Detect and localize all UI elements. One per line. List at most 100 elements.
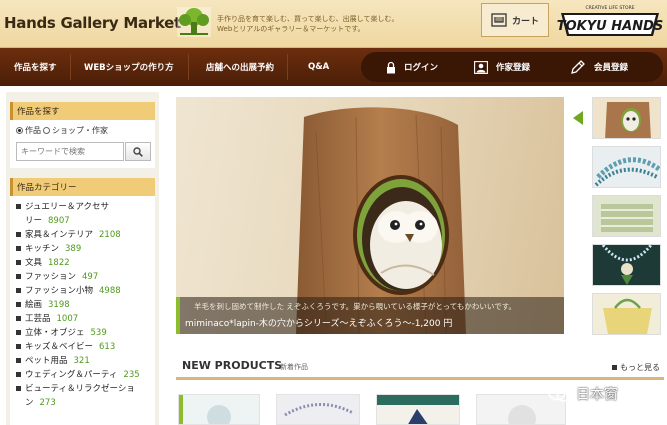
category-count: 235 <box>123 370 140 380</box>
category-name: ペット用品 <box>25 356 68 366</box>
product-card[interactable] <box>276 394 360 425</box>
basket-thumbnail-image <box>593 294 660 334</box>
site-logo[interactable]: Hands Gallery Market <box>4 14 181 32</box>
nav-qa[interactable]: Q&A <box>308 48 329 86</box>
artist-register-link[interactable]: 作家登録 <box>474 52 530 82</box>
category-panel-title: 作品カテゴリー <box>10 178 155 196</box>
category-item[interactable]: ビューティ＆リラクゼーション 273 <box>15 382 151 410</box>
cart-button[interactable]: カート <box>481 3 549 37</box>
slide-indicator-arrow-icon <box>573 111 583 125</box>
product-image <box>277 395 359 424</box>
category-panel: 作品カテゴリー ジュエリー＆アクセサ リー 8907 家具＆インテリア 2108 キッ… <box>10 178 155 425</box>
radio-shop-artist-label: ショップ・作家 <box>52 126 108 135</box>
new-products-subtitle: 新着作品 <box>280 363 308 371</box>
slide-title[interactable]: miminaco*lapin-木の穴からシリーズ～えぞふくろう～-1,200 円 <box>185 316 452 329</box>
wechat-icon <box>548 385 572 402</box>
category-item[interactable]: 家具＆インテリア 2108 <box>15 228 151 242</box>
category-count: 497 <box>82 272 99 282</box>
radio-shop-artist[interactable] <box>43 127 50 134</box>
see-more-label: もっと見る <box>620 363 660 372</box>
category-item[interactable]: ジュエリー＆アクセサ リー 8907 <box>15 200 151 228</box>
category-count: 273 <box>39 398 56 408</box>
category-item[interactable]: 文具 1822 <box>15 256 151 270</box>
tree-logo-icon <box>177 7 211 37</box>
slide-thumbnail[interactable] <box>592 97 661 139</box>
cart-label: カート <box>511 16 539 27</box>
product-card[interactable] <box>178 394 260 425</box>
slide-description: 羊毛を刺し固めて制作した えぞふくろうです。巣から覗いている様子がとってもかわい… <box>194 302 516 311</box>
category-name: ビューティ＆リラクゼーショ <box>25 384 135 394</box>
bullet-icon <box>612 365 617 370</box>
radio-works[interactable] <box>16 127 23 134</box>
artist-register-label: 作家登録 <box>496 63 531 73</box>
pen-icon <box>571 60 585 74</box>
keyword-search-input[interactable] <box>16 142 124 161</box>
category-name: ジュエリー＆アクセサ <box>25 202 109 212</box>
tokyu-hands-logo[interactable]: CREATIVE LIFE STORE TOKYU HANDS <box>557 3 663 39</box>
see-more-link[interactable]: もっと見る <box>612 362 660 373</box>
category-name: ファッション <box>25 272 77 282</box>
category-name: 絵画 <box>25 300 43 310</box>
brand-name-text: TOKYU HANDS <box>557 19 663 34</box>
section-divider <box>176 377 664 380</box>
category-item[interactable]: ペット用品 321 <box>15 354 151 368</box>
category-name: キッズ＆ベイビー <box>25 342 94 352</box>
slide-thumbnail[interactable] <box>592 244 661 286</box>
main-nav: 作品を探す WEBショップの作り方 店舗への出展予約 Q&A ログイン 作家登録… <box>0 48 667 86</box>
category-name: 工芸品 <box>25 314 51 324</box>
category-item[interactable]: 立体・オブジェ 539 <box>15 326 151 340</box>
wechat-watermark: 日本窗 <box>548 384 618 404</box>
search-icon <box>133 146 143 157</box>
member-register-link[interactable]: 会員登録 <box>570 52 628 82</box>
nav-store-reservation[interactable]: 店舗への出展予約 <box>206 48 274 86</box>
category-item[interactable]: ウェディング＆パーティ 235 <box>15 368 151 382</box>
lock-icon <box>387 61 395 73</box>
login-link[interactable]: ログイン <box>386 52 438 82</box>
category-count: 8907 <box>48 216 70 226</box>
category-count: 2108 <box>99 230 121 240</box>
nav-webshop-guide[interactable]: WEBショップの作り方 <box>84 48 174 86</box>
necklace-thumbnail-image <box>593 245 660 285</box>
category-name: ファッション小物 <box>25 286 94 296</box>
watermark-text: 日本窗 <box>576 387 618 403</box>
bracelet-thumbnail-image <box>593 147 660 187</box>
category-item[interactable]: ファッション小物 4988 <box>15 284 151 298</box>
product-card[interactable] <box>376 394 460 425</box>
category-list: ジュエリー＆アクセサ リー 8907 家具＆インテリア 2108 キッチン 389 文具… <box>10 196 155 410</box>
category-count: 389 <box>65 244 82 254</box>
search-panel-title: 作品を探す <box>10 102 155 120</box>
search-scope: 作品 ショップ・作家 <box>16 125 108 136</box>
brand-top-text: CREATIVE LIFE STORE <box>585 5 634 11</box>
category-count: 321 <box>73 356 90 366</box>
category-item[interactable]: キッズ＆ベイビー 613 <box>15 340 151 354</box>
slide-thumbnail[interactable] <box>592 195 661 237</box>
category-name: キッチン <box>25 244 60 254</box>
login-label: ログイン <box>404 63 439 73</box>
category-name: 文具 <box>25 258 43 268</box>
category-item[interactable]: 絵画 3198 <box>15 298 151 312</box>
owl-thumbnail-image <box>593 98 660 138</box>
category-item[interactable]: 工芸品 1007 <box>15 312 151 326</box>
member-register-label: 会員登録 <box>594 63 629 73</box>
nav-search-works[interactable]: 作品を探す <box>14 48 57 86</box>
featured-slide[interactable]: 羊毛を刺し固めて制作した えぞふくろうです。巣から覗いている様子がとってもかわい… <box>176 97 564 334</box>
category-item[interactable]: キッチン 389 <box>15 242 151 256</box>
cart-icon <box>491 13 507 27</box>
category-count: 1822 <box>48 258 70 268</box>
category-count: 539 <box>90 328 107 338</box>
slide-thumbnail[interactable] <box>592 293 661 335</box>
category-item[interactable]: ファッション 497 <box>15 270 151 284</box>
tagline-line-2: Webとリアルのギャラリー＆マーケットです。 <box>217 25 365 33</box>
category-count: 1007 <box>56 314 79 324</box>
search-panel: 作品を探す 作品 ショップ・作家 <box>10 102 155 168</box>
category-name-cont: ン <box>25 398 34 408</box>
site-header: Hands Gallery Market 手作り品を育て楽しむ、買って楽しむ、出… <box>0 0 667 48</box>
category-name: ウェディング＆パーティ <box>25 370 118 380</box>
nav-divider <box>70 54 71 80</box>
category-name-cont: リー <box>25 216 43 226</box>
sidebar: 作品を探す 作品 ショップ・作家 作品カテゴリー ジュエリー＆アクセサリー 890… <box>6 92 159 425</box>
slide-thumbnail[interactable] <box>592 146 661 188</box>
category-name: 立体・オブジェ <box>25 328 85 338</box>
search-button[interactable] <box>125 142 151 161</box>
product-image <box>377 395 459 424</box>
